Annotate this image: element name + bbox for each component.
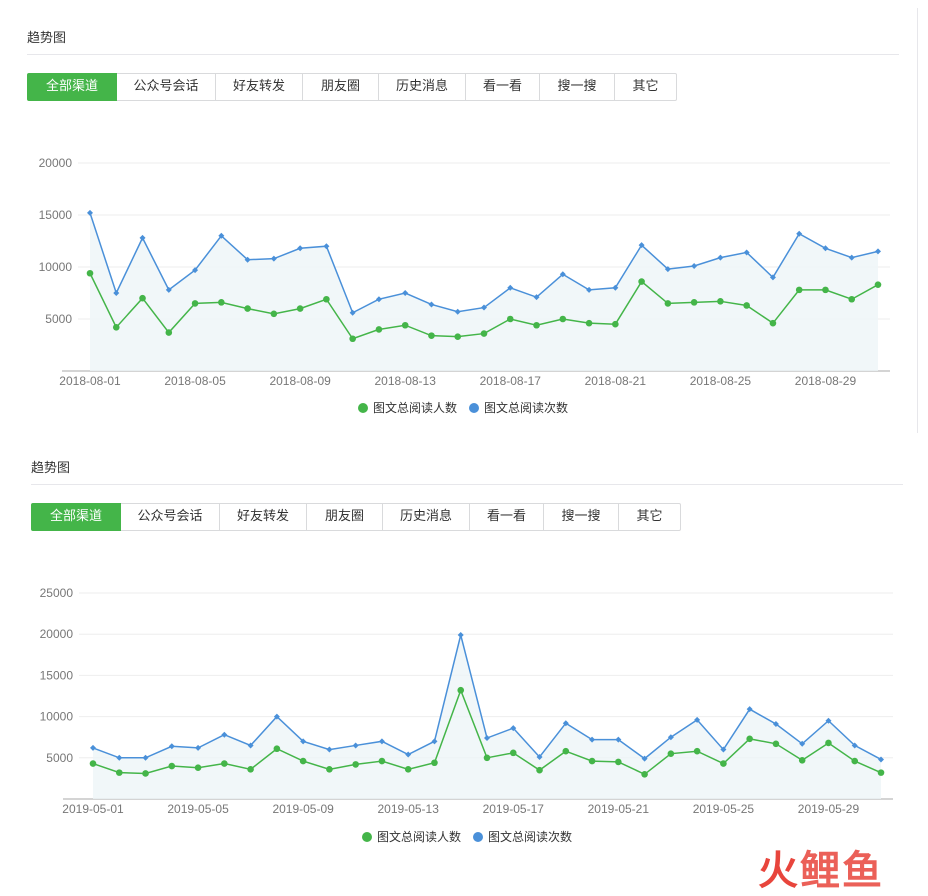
x-tick-label: 2019-05-01 bbox=[62, 802, 124, 816]
data-point-readers bbox=[404, 766, 412, 773]
legend-item-reads[interactable]: 图文总阅读次数 bbox=[473, 828, 572, 845]
data-point-readers bbox=[641, 770, 648, 778]
data-point-readers bbox=[273, 745, 281, 753]
data-point-readers bbox=[615, 758, 622, 766]
data-point-readers bbox=[693, 747, 701, 755]
x-tick-label: 2019-05-25 bbox=[693, 802, 755, 816]
data-point-readers bbox=[746, 735, 753, 743]
data-point-readers bbox=[194, 764, 202, 771]
x-tick-label: 2019-05-21 bbox=[588, 802, 650, 816]
chart-legend: 图文总阅读人数 图文总阅读次数 bbox=[362, 828, 572, 845]
data-point-readers bbox=[825, 739, 832, 747]
x-tick-label: 2019-05-13 bbox=[378, 802, 440, 816]
data-point-readers bbox=[720, 760, 727, 767]
data-point-readers bbox=[798, 756, 806, 764]
watermark-logo: 火鲤鱼 bbox=[758, 848, 884, 894]
data-point-readers bbox=[142, 770, 149, 777]
data-point-readers bbox=[483, 754, 491, 762]
data-point-readers bbox=[509, 749, 517, 757]
y-tick-label: 15000 bbox=[40, 668, 74, 682]
data-point-readers bbox=[168, 762, 176, 770]
data-point-reads bbox=[457, 632, 464, 639]
y-tick-label: 25000 bbox=[40, 586, 74, 600]
data-point-readers bbox=[221, 760, 228, 767]
data-point-readers bbox=[562, 747, 570, 755]
x-tick-label: 2019-05-17 bbox=[483, 802, 545, 816]
data-point-readers bbox=[247, 766, 254, 773]
data-point-readers bbox=[772, 740, 780, 748]
x-tick-label: 2019-05-09 bbox=[272, 802, 334, 816]
y-tick-label: 10000 bbox=[40, 710, 74, 724]
legend-item-readers[interactable]: 图文总阅读人数 bbox=[362, 828, 461, 845]
data-point-readers bbox=[431, 759, 438, 767]
x-tick-label: 2019-05-05 bbox=[167, 802, 229, 816]
data-point-readers bbox=[588, 757, 596, 765]
data-point-readers bbox=[877, 769, 885, 776]
data-point-readers bbox=[352, 761, 359, 768]
trend-chart-2019-05: 5000 10000 15000 20000 25000 2019-05-01 2019-0… bbox=[40, 586, 893, 816]
data-point-readers bbox=[457, 686, 465, 694]
data-point-readers bbox=[299, 757, 307, 765]
data-point-readers bbox=[536, 766, 543, 774]
trend-panel-2: 趋势图 全部渠道 公众号会话 好友转发 朋友圈 历史消息 看一看 搜一搜 其它 … bbox=[0, 0, 928, 894]
data-point-readers bbox=[89, 760, 97, 767]
legend-dot-blue bbox=[473, 831, 484, 842]
y-tick-label: 20000 bbox=[40, 627, 74, 641]
x-tick-label: 2019-05-29 bbox=[798, 802, 860, 816]
y-tick-label: 5000 bbox=[46, 751, 73, 765]
legend-label: 图文总阅读次数 bbox=[488, 830, 573, 844]
data-point-readers bbox=[667, 750, 675, 757]
data-point-readers bbox=[851, 757, 859, 765]
data-point-readers bbox=[115, 769, 123, 776]
data-point-readers bbox=[378, 757, 386, 765]
legend-dot-green bbox=[362, 831, 372, 842]
data-point-readers bbox=[326, 766, 333, 773]
legend-label: 图文总阅读人数 bbox=[377, 830, 462, 844]
